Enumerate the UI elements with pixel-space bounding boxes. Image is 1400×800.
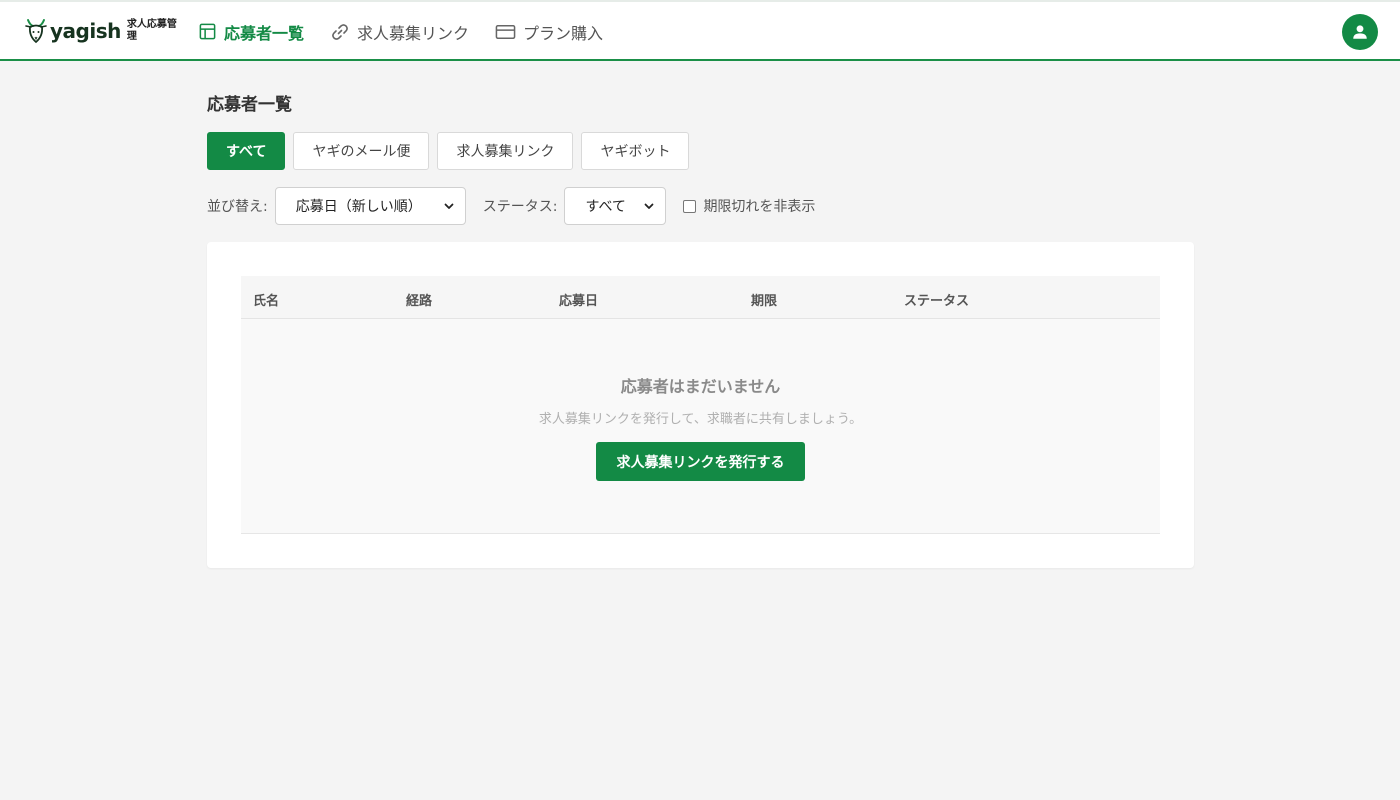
empty-state-description: 求人募集リンクを発行して、求職者に共有しましょう。 <box>538 412 863 427</box>
column-header-route: 経路 <box>406 294 433 309</box>
hide-expired-label: 期限切れを非表示 <box>703 199 816 215</box>
nav-item-plan-purchase[interactable]: プラン購入 <box>495 2 603 61</box>
applicants-card: 氏名 経路 応募日 期限 ステータス 応募者はまだいません 求人募集リンクを発行… <box>207 242 1194 568</box>
nav-item-label: 求人募集リンク <box>357 23 470 43</box>
nav-item-job-links[interactable]: 求人募集リンク <box>330 2 469 61</box>
sort-label: 並び替え: <box>207 199 268 215</box>
column-header-status: ステータス <box>904 294 970 309</box>
column-header-name: 氏名 <box>253 294 280 309</box>
brand-subtitle: 求人応募管理 <box>126 19 177 42</box>
table-header: 氏名 経路 応募日 期限 ステータス <box>241 276 1160 319</box>
nav-item-label: 応募者一覧 <box>224 23 305 43</box>
status-value: すべて <box>585 199 626 215</box>
link-icon <box>332 23 348 40</box>
status-select[interactable]: すべて <box>564 187 667 225</box>
issue-job-link-button[interactable]: 求人募集リンクを発行する <box>596 442 805 481</box>
applicants-table: 氏名 経路 応募日 期限 ステータス 応募者はまだいません 求人募集リンクを発行… <box>241 276 1160 534</box>
credit-card-icon <box>495 24 516 39</box>
hide-expired-checkbox[interactable] <box>683 199 697 213</box>
tab-job-link[interactable]: 求人募集リンク <box>437 132 574 170</box>
status-label: ステータス: <box>482 199 558 215</box>
column-header-applied-date: 応募日 <box>559 294 599 309</box>
tab-yagi-mail[interactable]: ヤギのメール便 <box>293 132 430 170</box>
chevron-down-icon <box>645 203 654 209</box>
sort-value: 応募日（新しい順） <box>295 199 422 215</box>
user-icon <box>1353 25 1367 39</box>
sort-select[interactable]: 応募日（新しい順） <box>274 187 466 225</box>
filter-bar: 並び替え: 応募日（新しい順） ステータス: すべて 期限切れを非表示 <box>207 187 815 225</box>
tab-all[interactable]: すべて <box>207 132 286 170</box>
nav-item-applicants[interactable]: 応募者一覧 <box>198 2 304 61</box>
table-divider <box>241 533 1160 534</box>
user-avatar-button[interactable] <box>1342 14 1378 50</box>
source-tabs: すべて ヤギのメール便 求人募集リンク ヤギボット <box>207 132 697 170</box>
chevron-down-icon <box>444 203 454 209</box>
brand-name: yagish <box>50 19 121 43</box>
main-nav: 応募者一覧 求人募集リンク プラン購入 <box>198 2 629 61</box>
tab-yagi-bot[interactable]: ヤギボット <box>581 132 690 170</box>
empty-state-title: 応募者はまだいません <box>620 377 781 396</box>
nav-item-label: プラン購入 <box>523 23 604 43</box>
layout-icon <box>199 23 216 40</box>
goat-logo-icon <box>25 19 47 44</box>
hide-expired-toggle[interactable]: 期限切れを非表示 <box>683 196 815 216</box>
column-header-deadline: 期限 <box>751 294 778 309</box>
logo[interactable]: yagish 求人応募管理 <box>24 14 179 48</box>
page-title: 応募者一覧 <box>207 95 292 115</box>
top-header: yagish 求人応募管理 応募者一覧 求人募集リンク プラン購入 <box>0 0 1400 61</box>
